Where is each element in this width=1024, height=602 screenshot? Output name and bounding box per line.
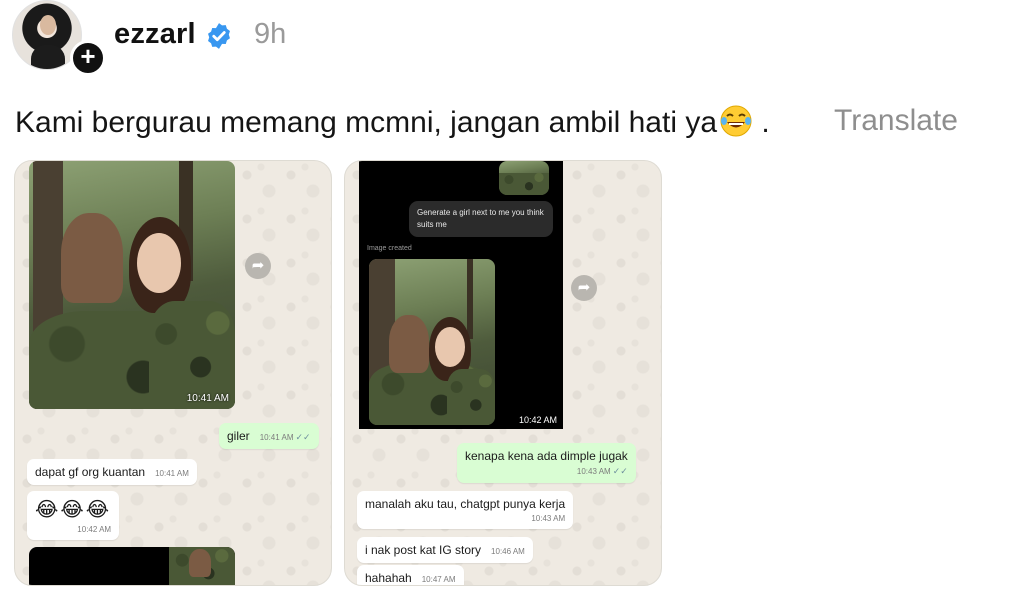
post-caption: Kami bergurau memang mcmni, jangan ambil… [15,104,770,140]
message-text: kenapa kena ada dimple jugak [465,449,628,463]
post-time: 9h [254,18,287,50]
message-time: 10:41 AM [155,469,189,478]
message-bubble-out: kenapa kena ada dimple jugak 10:43 AM ✓✓ [457,443,636,483]
message-text: i nak post kat IG story [365,543,482,557]
message-bubble-in: dapat gf org kuantan 10:41 AM [27,459,197,485]
generated-photo[interactable] [369,259,495,425]
reference-photo-thumb [499,161,549,195]
message-bubble-in: hahahah 10:47 AM [357,565,464,585]
chat-screenshot-2[interactable]: Generate a girl next to me you think sui… [344,160,662,586]
avatar-face [40,15,56,35]
profile-avatar-wrap[interactable]: + [12,0,106,80]
photo-timestamp: 10:42 AM [518,415,557,425]
follow-plus-icon[interactable]: + [70,40,106,76]
message-time: 10:43 AM ✓✓ [576,466,628,476]
chat-screenshot-1[interactable]: 10:41 AM ➦ giler 10:41 AM ✓✓ dapat gf org … [14,160,332,586]
laughing-tears-emoji-icon [720,105,752,137]
double-check-icon: ✓✓ [295,432,311,442]
caption-suffix: . [753,106,770,139]
image-created-label: Image created [367,245,412,252]
double-check-icon: ✓✓ [612,466,628,476]
message-text: manalah aku tau, chatgpt punya kerja [365,497,566,511]
message-time: 10:43 AM [531,514,566,523]
chat-photo-partial[interactable] [29,547,235,585]
verified-badge-icon [208,23,230,49]
message-bubble-in: i nak post kat IG story 10:46 AM [357,537,533,563]
message-text: hahahah [365,571,412,585]
photo-timestamp: 10:41 AM [186,393,229,404]
translate-link[interactable]: Translate [834,104,958,138]
message-bubble-in: manalah aku tau, chatgpt punya kerja 10:… [357,491,574,529]
message-text: giler [227,429,250,443]
username[interactable]: ezzarl [114,18,196,51]
message-time: 10:46 AM [491,547,525,556]
message-emoji-text: 😂😂😂 [35,499,112,521]
avatar-body [31,45,65,69]
message-bubble-in: 😂😂😂 10:42 AM [27,491,120,540]
forward-arrow-icon[interactable]: ➦ [245,253,271,279]
caption-text: Kami bergurau memang mcmni, jangan ambil… [15,106,717,139]
chatgpt-panel: Generate a girl next to me you think sui… [359,161,563,429]
forward-arrow-icon[interactable]: ➦ [571,275,597,301]
message-time: 10:42 AM [77,525,112,534]
message-time: 10:41 AM [259,433,294,442]
message-time: 10:47 AM [421,575,456,584]
prompt-bubble: Generate a girl next to me you think sui… [409,201,553,237]
message-bubble-out: giler 10:41 AM ✓✓ [219,423,319,449]
message-text: dapat gf org kuantan [35,465,146,479]
chat-photo-1[interactable]: 10:41 AM [29,161,235,409]
